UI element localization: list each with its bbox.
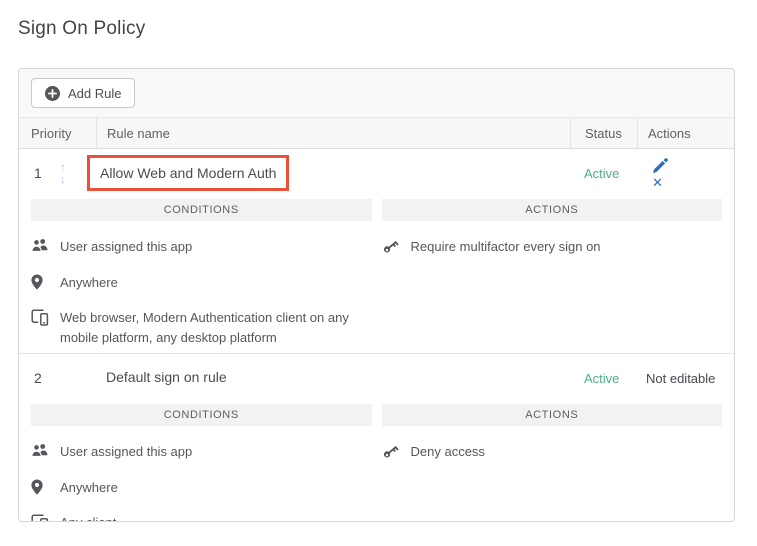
rule-1-name-cell: Allow Web and Modern Auth (96, 155, 570, 191)
condition-item: Anywhere (31, 273, 372, 293)
rule-2-name-cell: Default sign on rule (96, 369, 570, 387)
rules-table-header: Priority Rule name Status Actions (19, 118, 734, 149)
location-pin-icon (31, 273, 60, 293)
condition-text: User assigned this app (60, 442, 192, 462)
key-icon (382, 237, 411, 257)
users-icon (31, 237, 60, 257)
conditions-section-header: CONDITIONS (31, 404, 372, 426)
actions-section-header: ACTIONS (382, 404, 723, 426)
rule-2-priority-cell: 2 (19, 370, 96, 386)
arrow-up-icon[interactable]: ↑ (60, 162, 66, 172)
edit-pencil-icon[interactable] (652, 158, 668, 174)
add-rule-label: Add Rule (68, 86, 121, 101)
condition-text: Anywhere (60, 273, 118, 293)
plus-circle-icon (45, 86, 60, 101)
rule-1-reorder-handle[interactable]: ↑ ↓ (60, 162, 66, 184)
rule-1-summary: 1 ↑ ↓ Allow Web and Modern Auth Active ✕ (19, 149, 734, 197)
rule-2-conditions-column: CONDITIONS User assigned this app Anywhe… (31, 404, 372, 522)
rule-2-summary: 2 Default sign on rule Active Not editab… (19, 354, 734, 402)
condition-text: User assigned this app (60, 237, 192, 257)
condition-text: Any client (60, 513, 116, 522)
condition-item: User assigned this app (31, 442, 372, 462)
action-text: Deny access (411, 442, 485, 462)
action-item: Require multifactor every sign on (382, 237, 723, 257)
condition-text: Web browser, Modern Authentication clien… (60, 308, 372, 347)
page-title: Sign On Policy (18, 18, 145, 40)
rule-1-priority: 1 (34, 165, 46, 181)
column-header-rule-name: Rule name (96, 118, 570, 148)
rule-2-status-badge: Active (570, 371, 637, 386)
column-header-priority: Priority (19, 118, 96, 148)
actions-section-header: ACTIONS (382, 199, 723, 221)
column-header-actions: Actions (637, 118, 734, 148)
add-rule-button[interactable]: Add Rule (31, 78, 135, 108)
key-icon (382, 442, 411, 462)
rule-row-2: 2 Default sign on rule Active Not editab… (19, 354, 734, 522)
rule-row-1: 1 ↑ ↓ Allow Web and Modern Auth Active ✕ (19, 149, 734, 354)
delete-x-icon[interactable]: ✕ (652, 176, 663, 189)
column-header-status: Status (570, 118, 637, 148)
rule-1-name: Allow Web and Modern Auth (100, 165, 276, 181)
rule-2-details: CONDITIONS User assigned this app Anywhe… (19, 402, 734, 522)
rule-1-actions-column: ACTIONS Require multifactor every sign o… (382, 199, 723, 347)
condition-item: Web browser, Modern Authentication clien… (31, 308, 372, 347)
action-item: Deny access (382, 442, 723, 462)
condition-text: Anywhere (60, 478, 118, 498)
rule-1-status-badge: Active (570, 166, 637, 181)
rule-2-priority: 2 (34, 370, 46, 386)
client-devices-icon (31, 513, 60, 522)
rule-1-priority-cell: 1 ↑ ↓ (19, 162, 96, 184)
rule-2-actions-column: ACTIONS Deny access (382, 404, 723, 522)
users-icon (31, 442, 60, 462)
sign-on-policy-panel: Add Rule Priority Rule name Status Actio… (18, 68, 735, 522)
rule-1-actions-cell: ✕ (637, 158, 734, 189)
condition-item: Anywhere (31, 478, 372, 498)
annotation-highlight-box: Allow Web and Modern Auth (87, 155, 289, 191)
rule-2-name: Default sign on rule (96, 369, 227, 385)
condition-item: Any client (31, 513, 372, 522)
condition-item: User assigned this app (31, 237, 372, 257)
rule-1-conditions-column: CONDITIONS User assigned this app Anywhe… (31, 199, 372, 347)
action-text: Require multifactor every sign on (411, 237, 601, 257)
rule-1-details: CONDITIONS User assigned this app Anywhe… (19, 197, 734, 353)
conditions-section-header: CONDITIONS (31, 199, 372, 221)
rule-2-not-editable-label: Not editable (637, 371, 734, 386)
location-pin-icon (31, 478, 60, 498)
client-devices-icon (31, 308, 60, 347)
rules-toolbar: Add Rule (19, 69, 734, 118)
arrow-down-icon[interactable]: ↓ (60, 174, 66, 184)
